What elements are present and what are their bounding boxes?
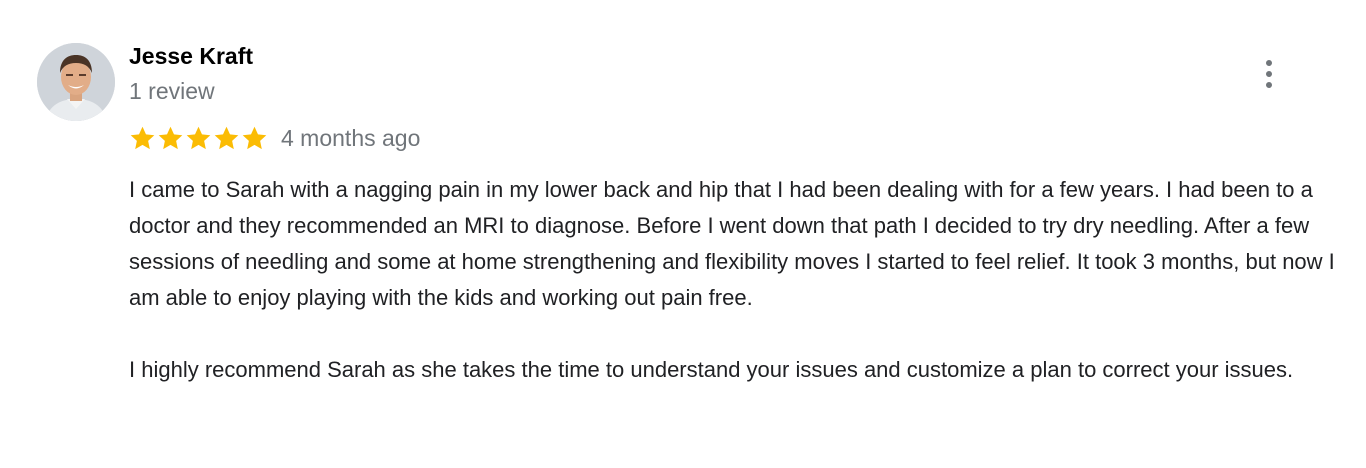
- more-vert-icon: [1266, 60, 1272, 66]
- review-date: 4 months ago: [281, 124, 421, 151]
- star-icon: [214, 126, 239, 149]
- review-card: Jesse Kraft 1 review 4 months ago I came…: [0, 0, 1366, 468]
- stars: [129, 125, 268, 152]
- author-name[interactable]: Jesse Kraft: [129, 43, 253, 70]
- more-options-button[interactable]: [1252, 56, 1286, 92]
- star-rating: 4 months ago: [129, 123, 420, 153]
- star-icon: [130, 126, 155, 149]
- user-photo-icon: [37, 43, 115, 121]
- star-icon: [186, 126, 211, 149]
- review-paragraph: I came to Sarah with a nagging pain in m…: [129, 177, 1335, 310]
- avatar[interactable]: [37, 43, 115, 121]
- review-count[interactable]: 1 review: [129, 78, 215, 105]
- more-vert-icon-dot: [1266, 82, 1272, 88]
- more-vert-icon-dot: [1266, 71, 1272, 77]
- review-text: I came to Sarah with a nagging pain in m…: [129, 172, 1344, 388]
- star-icon: [158, 126, 183, 149]
- review-paragraph: I highly recommend Sarah as she takes th…: [129, 357, 1294, 382]
- star-icon: [242, 126, 267, 149]
